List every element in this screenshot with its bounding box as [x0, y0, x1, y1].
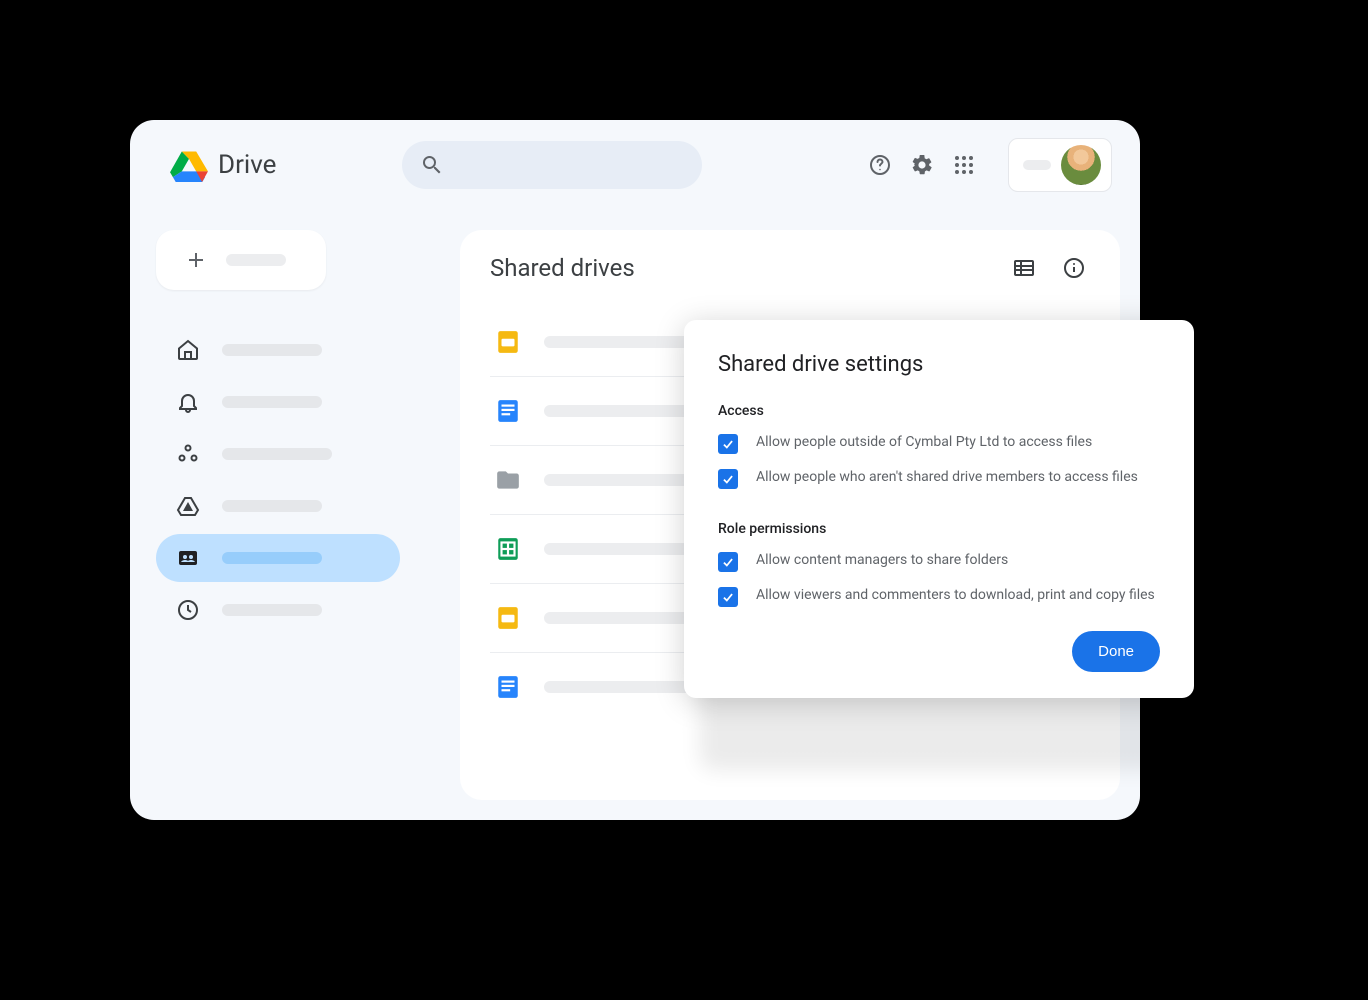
nav-workspaces[interactable] [156, 430, 400, 478]
checkbox-checked-icon[interactable] [718, 587, 738, 607]
checkbox-label: Allow people who aren't shared drive mem… [756, 468, 1138, 488]
docs-icon [494, 673, 522, 701]
sidebar [156, 230, 436, 634]
gear-icon[interactable] [910, 153, 934, 177]
header: Drive [130, 120, 1140, 202]
circles-icon [176, 442, 200, 466]
access-option-nonmembers[interactable]: Allow people who aren't shared drive mem… [718, 468, 1160, 489]
checkbox-label: Allow viewers and commenters to download… [756, 586, 1155, 606]
bell-icon [176, 390, 200, 414]
checkbox-label: Allow people outside of Cymbal Pty Ltd t… [756, 433, 1092, 453]
done-button[interactable]: Done [1072, 631, 1160, 672]
dialog-title: Shared drive settings [718, 352, 1160, 377]
docs-icon [494, 397, 522, 425]
avatar [1061, 145, 1101, 185]
help-icon[interactable] [868, 153, 892, 177]
nav-activity[interactable] [156, 378, 400, 426]
info-icon[interactable] [1062, 256, 1086, 280]
access-option-external[interactable]: Allow people outside of Cymbal Pty Ltd t… [718, 433, 1160, 454]
role-option-download[interactable]: Allow viewers and commenters to download… [718, 586, 1160, 607]
access-heading: Access [718, 403, 1160, 419]
main-header: Shared drives [490, 254, 1090, 282]
folder-icon [494, 466, 522, 494]
logo[interactable]: Drive [170, 148, 276, 182]
search-icon [420, 153, 444, 177]
new-button[interactable] [156, 230, 326, 290]
sheets-icon [494, 535, 522, 563]
apps-grid-icon[interactable] [952, 153, 976, 177]
drive-logo-icon [170, 148, 208, 182]
clock-icon [176, 598, 200, 622]
checkbox-label: Allow content managers to share folders [756, 551, 1008, 571]
shared-drives-icon [176, 546, 200, 570]
list-view-icon[interactable] [1012, 256, 1036, 280]
plus-icon [184, 248, 208, 272]
account-label-placeholder [1023, 160, 1051, 170]
home-icon [176, 338, 200, 362]
slides-icon [494, 604, 522, 632]
slides-icon [494, 328, 522, 356]
checkbox-checked-icon[interactable] [718, 469, 738, 489]
app-title: Drive [218, 150, 276, 180]
header-actions [868, 138, 1112, 192]
shared-drive-settings-dialog: Shared drive settings Access Allow peopl… [684, 320, 1194, 698]
search-input[interactable] [402, 141, 702, 189]
nav-recent[interactable] [156, 586, 400, 634]
checkbox-checked-icon[interactable] [718, 552, 738, 572]
page-title: Shared drives [490, 254, 635, 282]
role-option-share-folders[interactable]: Allow content managers to share folders [718, 551, 1160, 572]
nav-home[interactable] [156, 326, 400, 374]
drive-outline-icon [176, 494, 200, 518]
account-chip[interactable] [1008, 138, 1112, 192]
role-heading: Role permissions [718, 521, 1160, 537]
nav-my-drive[interactable] [156, 482, 400, 530]
nav-list [156, 326, 436, 634]
checkbox-checked-icon[interactable] [718, 434, 738, 454]
nav-shared-drives[interactable] [156, 534, 400, 582]
